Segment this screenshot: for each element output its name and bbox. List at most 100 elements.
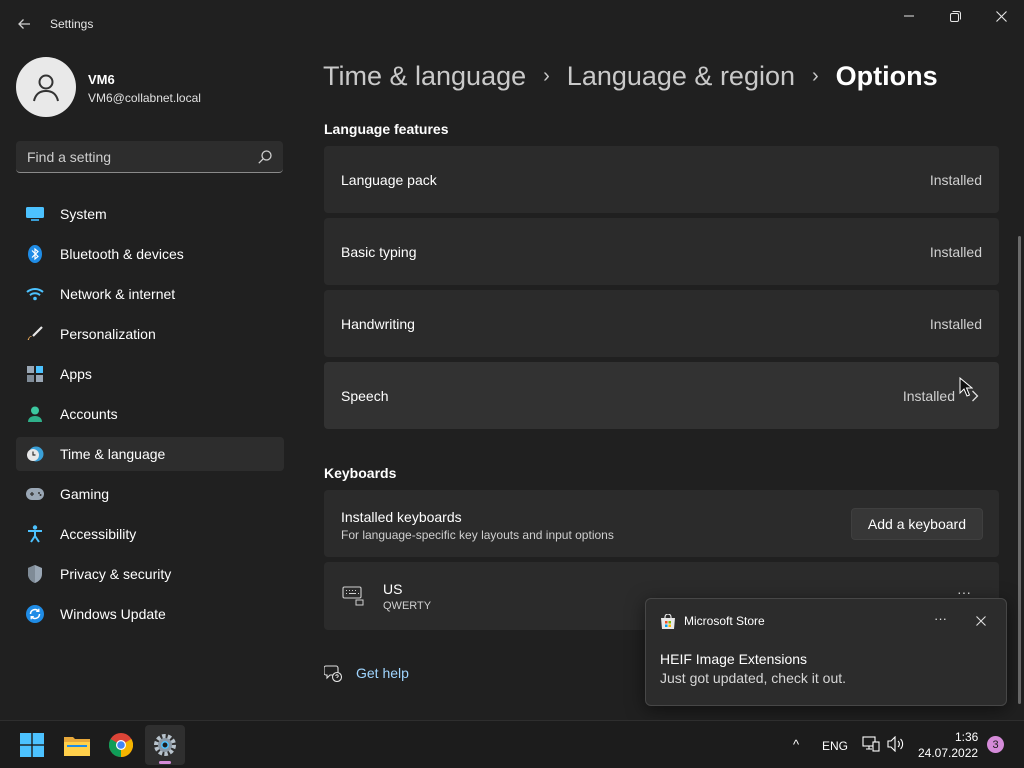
section-title-keyboards: Keyboards [324,465,397,481]
person-icon [33,74,59,102]
toast-close-icon[interactable] [976,616,986,626]
sidebar-item-bluetooth[interactable]: Bluetooth & devices [16,237,284,271]
breadcrumb-link-time-language[interactable]: Time & language [323,61,526,92]
restore-icon [949,10,961,22]
minimize-icon [904,15,914,17]
settings-icon [154,734,176,756]
wifi-icon [26,285,44,303]
breadcrumb-separator: › [543,64,550,87]
feature-label: Speech [341,388,389,404]
back-button[interactable] [12,12,36,36]
sidebar-item-label: Bluetooth & devices [60,246,184,262]
feature-status: Installed [902,388,955,404]
feature-status: Installed [929,316,982,332]
sidebar-item-label: System [60,206,107,222]
language-feature-row[interactable]: Handwriting Installed [324,290,999,357]
update-icon [26,605,44,623]
microsoft-store-icon [661,614,675,629]
close-window-button[interactable] [978,0,1024,32]
close-icon [995,10,1007,22]
sidebar-item-label: Personalization [60,326,156,342]
search-input[interactable]: Find a setting [16,141,283,173]
sidebar-item-time-language[interactable]: Time & language [16,437,284,471]
sidebar-item-windows-update[interactable]: Windows Update [16,597,284,631]
feature-label: Handwriting [341,316,415,332]
search-icon[interactable] [257,149,273,165]
keyboard-layout-type: QWERTY [383,600,432,612]
network-icon[interactable] [862,736,880,752]
sidebar-item-accounts[interactable]: Accounts [16,397,284,431]
add-keyboard-button[interactable]: Add a keyboard [850,508,983,540]
page-title: Options [835,60,938,91]
sidebar-item-accessibility[interactable]: Accessibility [16,517,284,551]
volume-icon[interactable] [887,736,905,752]
sidebar-item-gaming[interactable]: Gaming [16,477,284,511]
user-email: VM6@collabnet.local [88,91,201,105]
sidebar-item-system[interactable]: System [16,197,284,231]
installed-keyboards-subtitle: For language-specific key layouts and in… [341,528,614,542]
sidebar-item-label: Apps [60,366,92,382]
gamepad-icon [26,485,44,503]
sidebar-item-network[interactable]: Network & internet [16,277,284,311]
clock-time[interactable]: 1:36 [955,730,978,744]
sidebar-item-label: Windows Update [60,606,166,622]
keyboard-layout-name: US [383,581,403,597]
input-language-indicator[interactable]: ENG [822,739,848,753]
settings-taskbar-button[interactable] [145,725,185,765]
sidebar-item-label: Gaming [60,486,110,502]
minimize-button[interactable] [886,0,932,32]
active-app-indicator [159,761,171,764]
breadcrumb-separator: › [812,64,819,87]
start-icon [20,733,44,757]
feature-status: Installed [929,172,982,188]
sidebar-item-label: Accessibility [60,526,137,542]
toast-more-button[interactable]: ··· [934,611,947,626]
shield-icon [26,565,44,583]
installed-keyboards-title: Installed keyboards [341,509,462,525]
toast-body: Just got updated, check it out. [660,670,847,686]
feature-label: Language pack [341,172,437,188]
get-help-label[interactable]: Get help [356,665,409,681]
language-feature-row[interactable]: Basic typing Installed [324,218,999,285]
feature-status: Installed [929,244,982,260]
mouse-cursor-icon [959,377,973,397]
arrow-left-icon [18,19,30,29]
chrome-button[interactable] [101,725,141,765]
sidebar-item-apps[interactable]: Apps [16,357,284,391]
file-explorer-icon [64,737,90,756]
sidebar-item-label: Privacy & security [60,566,172,582]
accessibility-icon [26,525,44,543]
scrollbar[interactable] [1018,236,1021,704]
search-placeholder: Find a setting [27,149,112,165]
bluetooth-icon [26,245,44,263]
brush-icon [26,325,44,343]
language-feature-row[interactable]: Language pack Installed [324,146,999,213]
breadcrumb: Time & language › Language & region › Op… [323,58,938,94]
notification-badge[interactable]: 3 [987,736,1004,753]
toast-app-name: Microsoft Store [684,614,765,628]
file-explorer-button[interactable] [57,725,97,765]
clock-date[interactable]: 24.07.2022 [918,746,978,760]
toast-notification[interactable]: Microsoft Store ··· HEIF Image Extension… [645,598,1007,706]
sidebar-item-label: Accounts [60,406,118,422]
get-help-link[interactable]: Get help [324,664,409,682]
sidebar-item-label: Time & language [60,446,166,462]
feature-label: Basic typing [341,244,417,260]
chrome-icon [109,733,133,757]
language-feature-row-speech[interactable]: Speech Installed [324,362,999,429]
sidebar-item-privacy[interactable]: Privacy & security [16,557,284,591]
person-icon [26,405,44,423]
tray-overflow-chevron[interactable]: ^ [793,737,799,752]
sidebar-item-label: Network & internet [60,286,176,302]
sidebar-item-personalization[interactable]: Personalization [16,317,284,351]
clock-globe-icon [26,445,44,463]
apps-icon [26,365,44,383]
section-title-language-features: Language features [324,121,449,137]
keyboard-icon [342,586,364,606]
installed-keyboards-card: Installed keyboards For language-specifi… [324,490,999,557]
monitor-icon [26,205,44,223]
start-button[interactable] [12,725,52,765]
restore-button[interactable] [932,0,978,32]
breadcrumb-link-language-region[interactable]: Language & region [567,61,795,92]
avatar[interactable] [16,57,76,117]
